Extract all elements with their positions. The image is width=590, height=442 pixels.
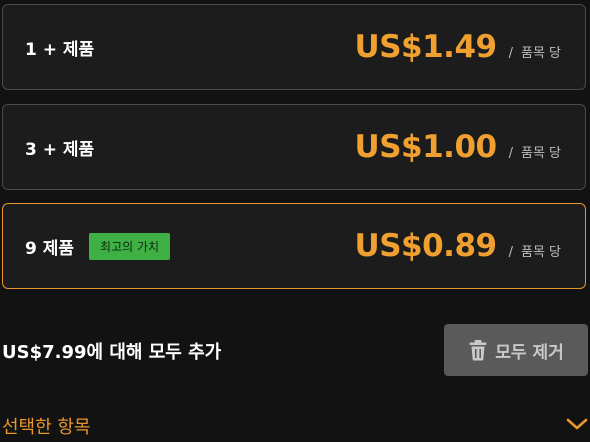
tier-quantity: 9 제품	[25, 238, 75, 259]
tier-quantity: 1 + 제품	[25, 39, 95, 60]
tier-separator: /	[508, 46, 513, 61]
tier-price: US$1.49	[354, 29, 498, 65]
price-tier-9[interactable]: 9 제품 최고의 가치 US$0.89 / 품목 당	[2, 203, 586, 289]
tier-left: 9 제품 최고의 가치	[25, 232, 171, 260]
tier-right: US$1.49 / 품목 당	[355, 29, 561, 65]
selected-items-title: 선택한 항목	[2, 417, 91, 438]
volume-pricing-panel: 1 + 제품 US$1.49 / 품목 당 3 + 제품 US$1.00 / 품…	[0, 0, 590, 442]
tier-separator: /	[508, 245, 513, 260]
tier-right: US$0.89 / 품목 당	[355, 228, 561, 264]
tier-quantity: 3 + 제품	[25, 139, 95, 160]
tier-left: 1 + 제품	[25, 35, 94, 60]
tier-price: US$1.00	[354, 129, 498, 165]
tier-unit: 품목 당	[520, 46, 561, 61]
tier-unit: 품목 당	[520, 245, 561, 260]
price-tier-1[interactable]: 1 + 제품 US$1.49 / 품목 당	[2, 4, 586, 90]
selected-items-toggle[interactable]: 선택한 항목	[0, 410, 590, 442]
tier-right: US$1.00 / 품목 당	[355, 129, 561, 165]
remove-all-label: 모두 제거	[495, 342, 564, 363]
trash-icon	[468, 339, 488, 361]
tier-price: US$0.89	[354, 228, 498, 264]
tier-unit: 품목 당	[520, 146, 561, 161]
tier-left: 3 + 제품	[25, 135, 94, 160]
tier-separator: /	[508, 146, 513, 161]
remove-all-button[interactable]: 모두 제거	[444, 324, 588, 376]
price-tier-3[interactable]: 3 + 제품 US$1.00 / 품목 당	[2, 104, 586, 190]
add-all-link[interactable]: US$7.99에 대해 모두 추가	[2, 338, 221, 364]
chevron-down-icon	[566, 416, 588, 430]
best-value-badge: 최고의 가치	[89, 232, 171, 260]
